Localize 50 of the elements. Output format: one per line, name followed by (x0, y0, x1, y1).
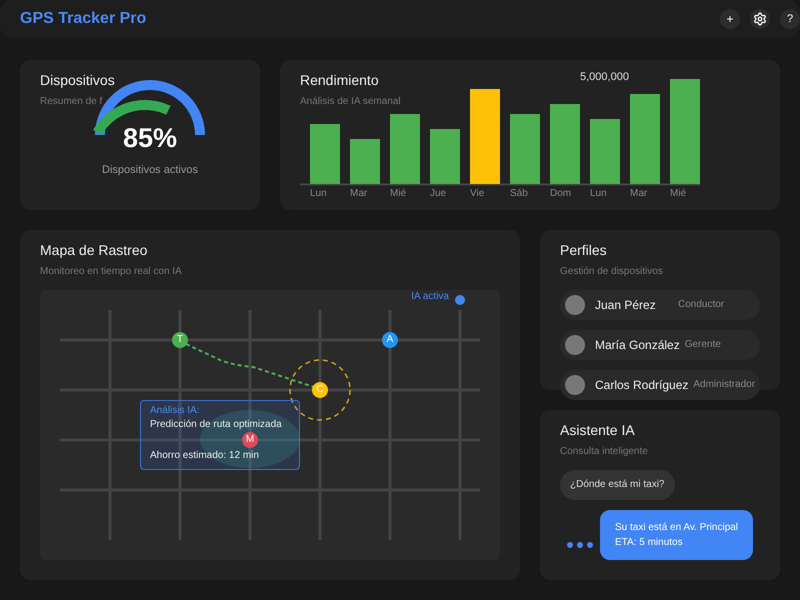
gauge-reading: 85% (122, 123, 178, 153)
target-ring (289, 359, 351, 421)
analysis-title: Análisis IA: (150, 405, 200, 417)
settings-icon (753, 12, 767, 26)
card-title: Perfiles (560, 241, 607, 259)
profile-row[interactable]: Carlos Rodríguez Administrador (560, 370, 760, 400)
card-subtitle: Análisis de IA semanal (300, 96, 401, 108)
axis-label: Lun (310, 188, 327, 199)
card-title: Rendimiento (300, 71, 379, 89)
axis-label: Mar (350, 188, 368, 199)
card-subtitle: Consulta inteligente (560, 446, 648, 458)
profile-row[interactable]: María González Gerente (560, 330, 760, 360)
axis-label: Dom (550, 188, 572, 199)
help-button[interactable]: ? (780, 9, 800, 29)
map-area[interactable]: IA activa T A C Análisis IA: Predicción de ruta optimizada M Ahorro estimado: 12 min (40, 290, 500, 560)
avatar-icon (565, 335, 585, 355)
peak-value-label: 5,000,000 (580, 71, 629, 83)
axis-label: Vie (470, 188, 484, 199)
axis-label: Mar (630, 188, 648, 199)
axis-label: Sáb (510, 188, 528, 199)
axis-label: Mié (390, 188, 406, 199)
card-subtitle: Gestión de dispositivos (560, 266, 663, 278)
card-title: Dispositivos (40, 71, 115, 89)
profile-role: Gerente (684, 339, 721, 351)
profile-row[interactable]: Juan Pérez Conductor (560, 290, 760, 320)
ai-status-label: IA activa (411, 291, 449, 303)
card-subtitle: Monitoreo en tiempo real con IA (40, 266, 182, 278)
axis-label: Lun (590, 188, 607, 199)
card-title: Mapa de Rastreo (40, 241, 148, 259)
profile-name: María González (595, 338, 680, 352)
card-subtitle: Resumen de f (40, 96, 102, 108)
profile-name: Juan Pérez (595, 298, 657, 312)
settings-button[interactable] (750, 9, 770, 29)
profile-role: Administrador (693, 379, 756, 391)
app-title: GPS Tracker Pro (20, 9, 146, 29)
map-marker[interactable]: M (242, 432, 258, 448)
message-text: ¿Dónde está mi taxi? (570, 479, 664, 491)
avatar-icon (565, 375, 585, 395)
analysis-text: Predicción de ruta optimizada (150, 419, 282, 431)
card-title: Asistente IA (560, 421, 635, 439)
axis-label: Jue (430, 188, 446, 199)
avatar-icon (565, 295, 585, 315)
message-text: ETA: 5 minutos (615, 536, 684, 550)
profile-role: Conductor (678, 299, 724, 311)
message-text: Su taxi está en Av. Principal (615, 521, 738, 535)
axis-label: Mié (670, 188, 686, 199)
analysis-text: Ahorro estimado: 12 min (150, 450, 259, 462)
profile-name: Carlos Rodríguez (595, 378, 688, 392)
gauge-caption: Dispositivos activos (102, 164, 198, 177)
add-button[interactable]: + (720, 9, 740, 29)
